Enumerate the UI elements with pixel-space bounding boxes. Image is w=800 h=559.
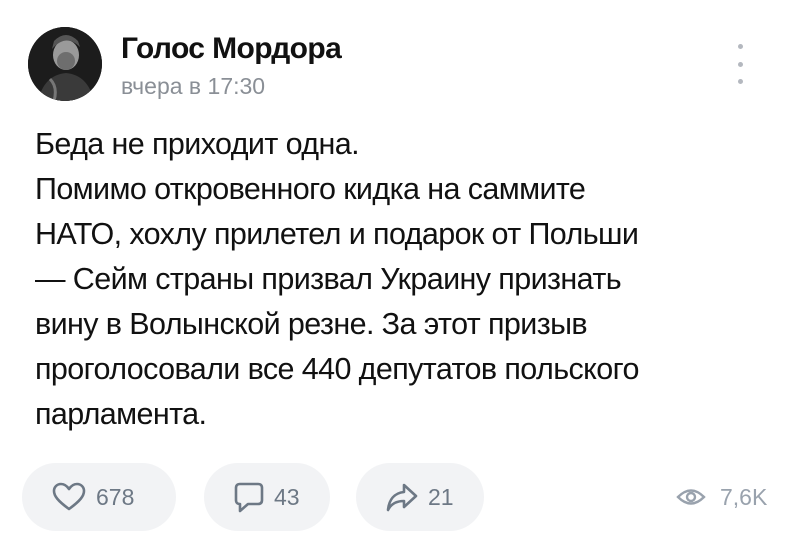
post-text-line: Беда не приходит одна. xyxy=(35,127,360,161)
menu-dot xyxy=(737,79,743,84)
post-text-line: НАТО, хохлу прилетел и подарок от Польши xyxy=(35,217,639,251)
like-button[interactable]: 678 xyxy=(22,463,176,531)
comment-count: 43 xyxy=(274,483,300,510)
menu-dot xyxy=(737,61,743,67)
menu-dot xyxy=(737,44,743,49)
post-text-line: вину в Волынской резне. За этот призыв xyxy=(35,307,588,341)
heart-icon xyxy=(52,482,86,511)
post-actions: 678 43 21 7,6K xyxy=(0,463,800,531)
eye-icon xyxy=(676,489,706,505)
post-text-line: проголосовали все 440 депутатов польског… xyxy=(35,352,639,386)
post-timestamp[interactable]: вчера в 17:30 xyxy=(121,73,265,100)
share-icon xyxy=(386,483,418,512)
comment-button[interactable]: 43 xyxy=(204,463,330,531)
avatar-photo xyxy=(28,27,102,101)
post-card: Голос Мордора вчера в 17:30 Беда не прих… xyxy=(0,0,800,559)
more-vertical-icon[interactable] xyxy=(730,44,750,84)
views-counter: 7,6K xyxy=(676,463,767,531)
post-text: Беда не приходит одна. Помимо откровенно… xyxy=(35,122,775,437)
avatar[interactable] xyxy=(28,27,102,101)
share-count: 21 xyxy=(428,483,454,510)
share-button[interactable]: 21 xyxy=(356,463,484,531)
author-name[interactable]: Голос Мордора xyxy=(121,32,342,66)
post-text-line: Помимо откровенного кидка на саммите xyxy=(35,172,586,206)
post-text-line: — Сейм страны призвал Украину признать xyxy=(35,262,622,296)
views-count: 7,6K xyxy=(720,483,768,510)
post-text-line: парламента. xyxy=(35,397,207,431)
like-count: 678 xyxy=(96,483,135,510)
comment-icon xyxy=(234,482,264,513)
